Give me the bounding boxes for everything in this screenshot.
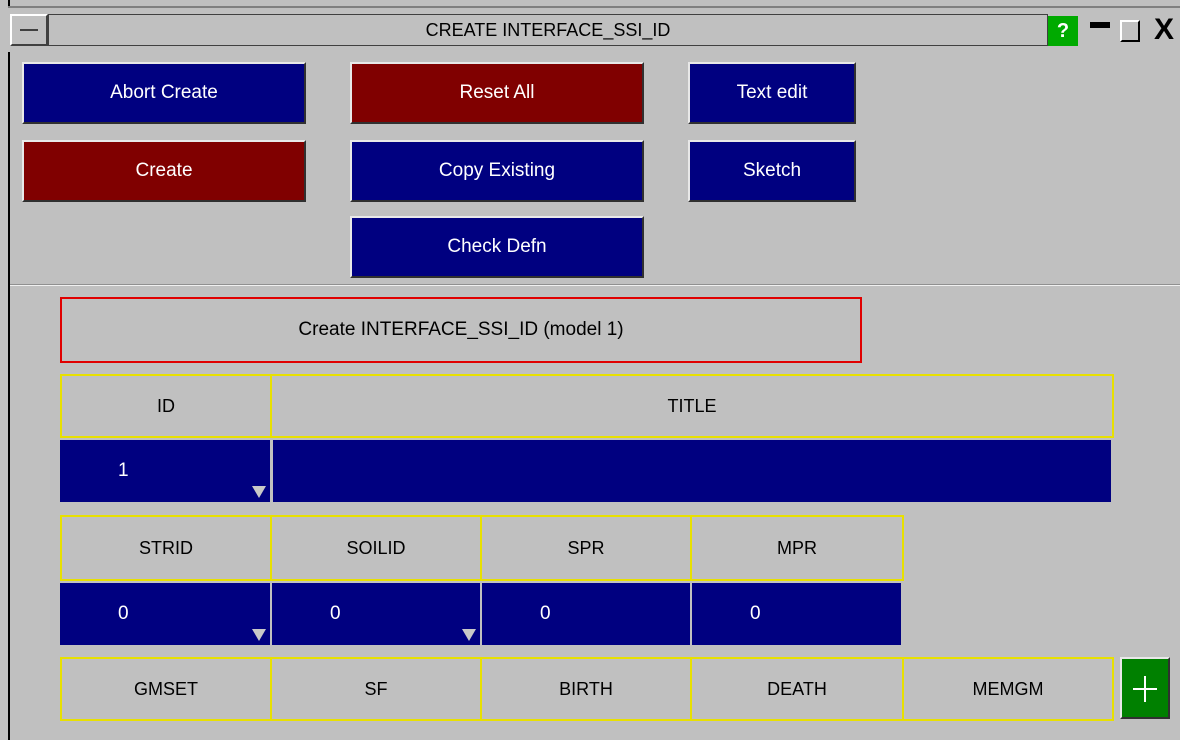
strid-field[interactable]: 0	[60, 583, 270, 645]
header-birth: BIRTH	[482, 657, 692, 721]
header-gmset: GMSET	[60, 657, 272, 721]
window-title: CREATE INTERFACE_SSI_ID	[48, 14, 1048, 46]
mpr-value: 0	[750, 603, 761, 624]
minimize-icon	[1090, 22, 1110, 28]
panel-title: Create INTERFACE_SSI_ID (model 1)	[60, 297, 862, 363]
sketch-button[interactable]: Sketch	[688, 140, 856, 202]
mpr-field[interactable]: 0	[692, 583, 901, 645]
copy-existing-button[interactable]: Copy Existing	[350, 140, 644, 202]
soilid-field[interactable]: 0	[272, 583, 480, 645]
dropdown-arrow-icon[interactable]	[252, 629, 266, 641]
reset-all-button[interactable]: Reset All	[350, 62, 644, 124]
menu-dash-icon	[20, 29, 38, 31]
add-row-button[interactable]	[1120, 657, 1170, 719]
dropdown-arrow-icon[interactable]	[252, 486, 266, 498]
maximize-button[interactable]	[1118, 16, 1144, 46]
abort-create-button[interactable]: Abort Create	[22, 62, 306, 124]
header-spr: SPR	[482, 515, 692, 581]
close-button[interactable]: X	[1148, 13, 1180, 46]
help-button[interactable]: ?	[1048, 16, 1078, 46]
window-frame-left	[8, 0, 10, 740]
spr-field[interactable]: 0	[482, 583, 690, 645]
text-edit-button[interactable]: Text edit	[688, 62, 856, 124]
strid-value: 0	[118, 603, 129, 624]
minimize-button[interactable]	[1086, 16, 1114, 46]
title-field[interactable]	[273, 440, 1111, 502]
header-strid: STRID	[60, 515, 272, 581]
id-value: 1	[118, 460, 129, 481]
header-death: DEATH	[692, 657, 904, 721]
check-defn-button[interactable]: Check Defn	[350, 216, 644, 278]
soilid-value: 0	[330, 603, 341, 624]
separator	[10, 284, 1180, 286]
maximize-icon	[1120, 20, 1140, 42]
dropdown-arrow-icon[interactable]	[462, 629, 476, 641]
window-menu-button[interactable]	[10, 14, 48, 46]
plus-icon-vertical	[1144, 676, 1146, 702]
create-button[interactable]: Create	[22, 140, 306, 202]
header-id: ID	[60, 374, 272, 438]
header-sf: SF	[272, 657, 482, 721]
header-mpr: MPR	[692, 515, 904, 581]
header-soilid: SOILID	[272, 515, 482, 581]
id-field[interactable]: 1	[60, 440, 270, 502]
spr-value: 0	[540, 603, 551, 624]
header-title: TITLE	[272, 374, 1114, 438]
header-memgm: MEMGM	[904, 657, 1114, 721]
